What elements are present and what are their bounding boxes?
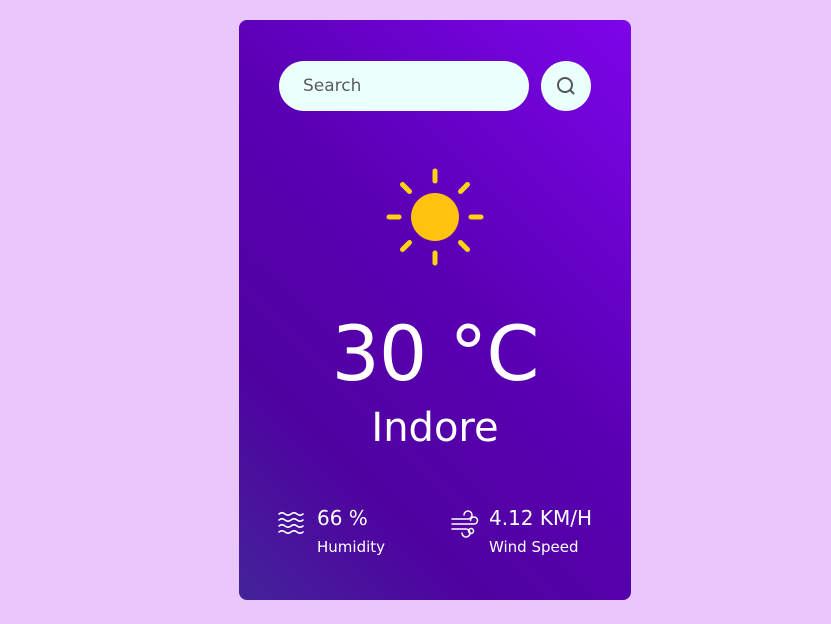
wind-value: 4.12 KM/H — [489, 506, 593, 530]
wind-icon — [451, 510, 479, 538]
humidity-icon — [278, 511, 304, 535]
humidity-value: 66 % — [317, 506, 368, 530]
temperature: 30 °C — [331, 309, 540, 398]
wind-section: 4.12 KM/H Wind Speed — [451, 504, 601, 564]
humidity-label: Humidity — [317, 538, 386, 556]
sun-icon — [386, 168, 484, 266]
city-name: Indore — [371, 405, 499, 451]
search-bar — [279, 61, 591, 112]
search-button[interactable] — [541, 61, 591, 111]
humidity-section: 66 % Humidity — [277, 504, 427, 564]
weather-details: 66 % Humidity 4.12 KM/H Wind Speed — [277, 504, 593, 564]
wind-label: Wind Speed — [489, 538, 579, 556]
search-icon — [557, 77, 575, 95]
weather-card: 30 °C Indore 66 % Humidity — [239, 20, 631, 600]
search-input[interactable] — [279, 61, 529, 111]
